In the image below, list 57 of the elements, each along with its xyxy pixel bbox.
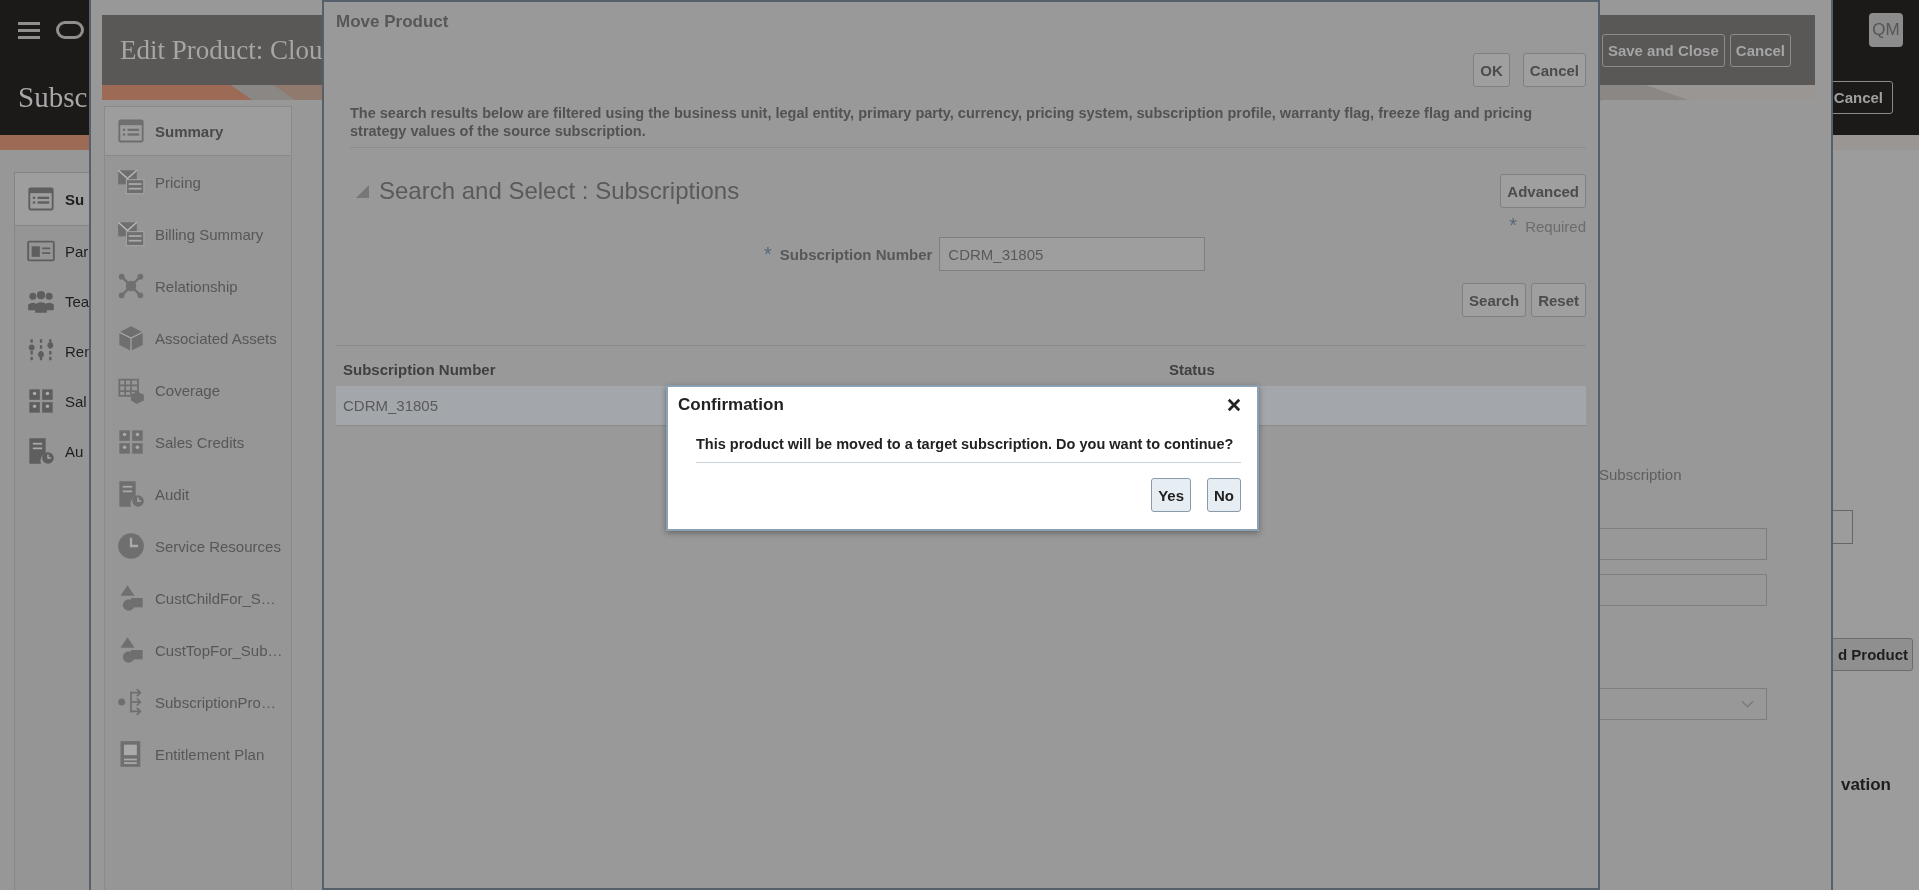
sidebar-item[interactable]: Entitlement Plan: [105, 728, 291, 780]
sidebar-item[interactable]: Associated Assets: [105, 312, 291, 364]
field-label: Subscription: [1599, 466, 1683, 483]
sidebar-item[interactable]: Service Resources: [105, 520, 291, 572]
dialog-title: Move Product: [336, 12, 450, 33]
input-field[interactable]: [1599, 574, 1767, 606]
sidebar-item[interactable]: CustTopFor_Sub…: [105, 624, 291, 676]
drawer-title: Edit Product: Clou: [120, 34, 323, 66]
menu-icon[interactable]: [18, 21, 40, 39]
people-grid-icon: [117, 428, 145, 456]
close-icon[interactable]: [1227, 398, 1241, 412]
network-icon: [117, 272, 145, 300]
sidebar-item[interactable]: Summary: [105, 107, 291, 156]
list-icon: [27, 185, 55, 213]
document-clock-icon: [27, 437, 55, 465]
cancel-button[interactable]: Cancel: [1522, 53, 1586, 87]
envelope-document-icon: [117, 168, 145, 196]
no-button[interactable]: No: [1207, 478, 1241, 512]
sidebar-item[interactable]: Relationship: [105, 260, 291, 312]
input-field[interactable]: [1599, 528, 1767, 560]
ok-button[interactable]: OK: [1473, 53, 1510, 87]
list-icon: [117, 117, 145, 145]
sidebar-item[interactable]: Audit: [105, 468, 291, 520]
save-and-close-button[interactable]: Save and Close: [1601, 33, 1725, 67]
required-mark: *: [764, 242, 772, 266]
clock-icon: [117, 532, 145, 560]
column-header: vation: [1840, 775, 1891, 795]
document-clock-icon: [117, 480, 145, 508]
add-product-button[interactable]: d Product: [1831, 638, 1913, 671]
yes-button[interactable]: Yes: [1151, 478, 1191, 512]
sidebar-item[interactable]: SubscriptionPro…: [105, 676, 291, 728]
message-text: This product will be moved to a target subscription. Do you want to continue?: [696, 436, 1241, 463]
sidebar-item[interactable]: CustChildFor_S…: [105, 572, 291, 624]
search-button[interactable]: Search: [1462, 283, 1527, 317]
envelope-document-icon: [117, 220, 145, 248]
sidebar-item[interactable]: Coverage: [105, 364, 291, 416]
advanced-button[interactable]: Advanced: [1500, 174, 1586, 208]
description-text: The search results below are filtered using the business unit, legal entity, primary party, currency, pricing system, subscription profile, warranty flag, freeze flag and pricing strategy values of the source subscription.: [350, 104, 1534, 140]
required-mark: *: [1509, 214, 1518, 237]
reset-button[interactable]: Reset: [1531, 283, 1586, 317]
field-label: Subscription Number: [779, 245, 933, 263]
subscription-number-field[interactable]: CDRM_31805: [939, 237, 1206, 271]
sidebar-item[interactable]: Sales Credits: [105, 416, 291, 468]
cancel-button[interactable]: Cancel: [1729, 33, 1791, 67]
chevron-down-icon: [1741, 700, 1754, 708]
dropdown-field[interactable]: [1599, 688, 1767, 720]
grid-cube-icon: [117, 376, 145, 404]
logo-icon[interactable]: [56, 21, 84, 39]
column-header: Status: [1169, 361, 1215, 378]
people-grid-icon: [27, 387, 55, 415]
dialog-title: Confirmation: [678, 395, 784, 415]
cube-icon: [117, 324, 145, 352]
section-title: Search and Select : Subscriptions: [379, 177, 740, 205]
page-title: Subsc: [18, 81, 88, 114]
disclosure-triangle-icon[interactable]: [356, 184, 369, 198]
column-header: Subscription Number: [343, 361, 496, 378]
table-cell: CDRM_31805: [343, 396, 439, 414]
